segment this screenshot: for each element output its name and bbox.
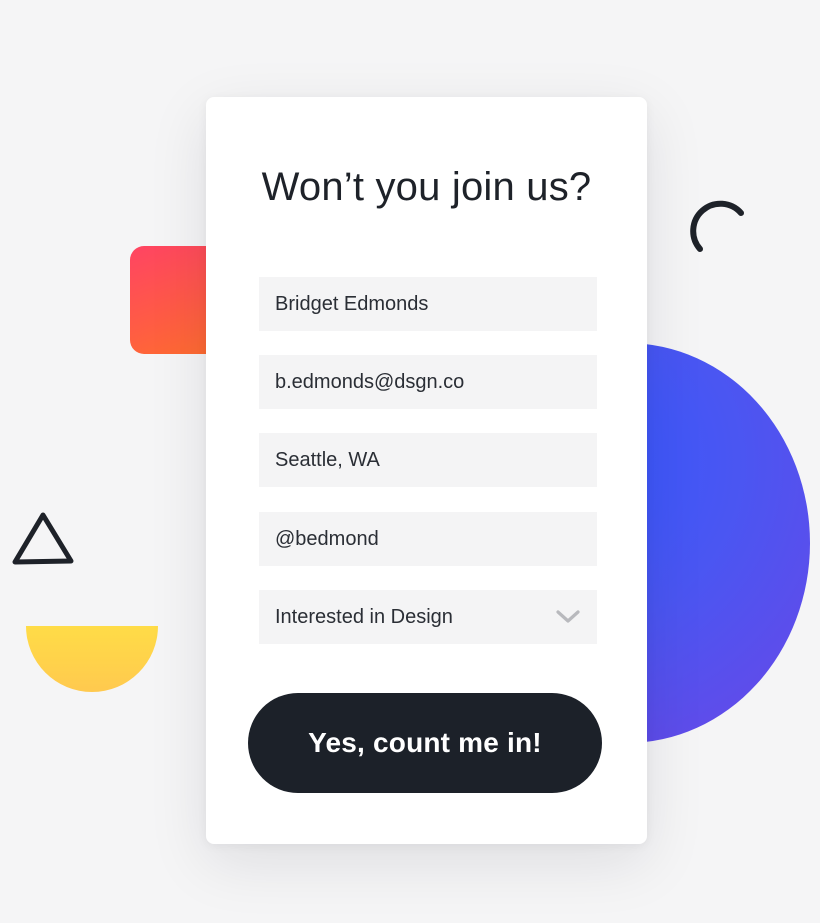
location-field[interactable] (259, 433, 597, 487)
arc-outline-icon (690, 200, 744, 252)
email-field[interactable] (259, 355, 597, 409)
location-input[interactable] (275, 448, 581, 472)
handle-input[interactable] (275, 527, 581, 551)
submit-button[interactable]: Yes, count me in! (248, 693, 602, 793)
interest-select-value: Interested in Design (275, 605, 453, 628)
interest-select[interactable]: Interested in Design (259, 590, 597, 644)
form-title: Won’t you join us? (261, 165, 592, 209)
chevron-down-icon[interactable] (555, 609, 581, 625)
triangle-outline-icon (12, 512, 74, 565)
name-input[interactable] (275, 292, 581, 316)
handle-field[interactable] (259, 512, 597, 566)
signup-card: Won’t you join us? Interested in Design … (206, 97, 647, 844)
yellow-half-circle-decoration (26, 626, 158, 692)
email-input[interactable] (275, 370, 581, 394)
name-field[interactable] (259, 277, 597, 331)
